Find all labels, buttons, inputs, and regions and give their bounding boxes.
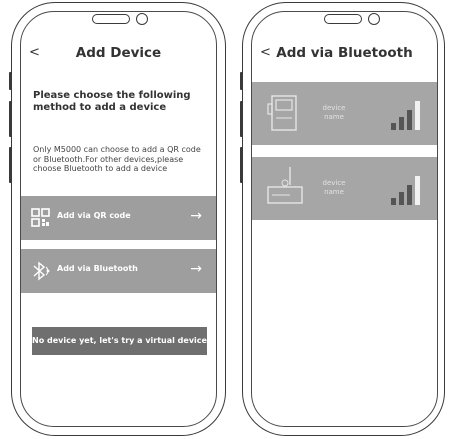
add-via-bluetooth-label: Add via Bluetooth (57, 264, 138, 273)
device-list-item[interactable]: device name (252, 157, 437, 220)
phone-speaker (324, 14, 362, 24)
phone-camera (368, 13, 380, 25)
method-description: Only M5000 can choose to add a QR code o… (33, 145, 201, 173)
add-via-qr-button[interactable]: Add via QR code → (21, 196, 216, 240)
device-name: device name (322, 179, 346, 196)
device-list-item[interactable]: device name (252, 82, 437, 145)
phone-screen: < Add Device Please choose the following… (20, 11, 217, 427)
device-icon (267, 95, 297, 131)
method-heading: Please choose the following method to ad… (33, 90, 191, 113)
phone-add-via-bluetooth: < Add via Bluetooth device name device n… (234, 0, 449, 439)
page-title: Add Device (75, 45, 162, 61)
qr-code-icon (31, 208, 50, 227)
signal-strength-icon (391, 176, 420, 205)
add-via-bluetooth-button[interactable]: Add via Bluetooth → (21, 249, 216, 293)
phone-speaker (92, 14, 130, 24)
phone-add-device: < Add Device Please choose the following… (0, 0, 230, 439)
bluetooth-icon (33, 261, 50, 281)
phone-camera (136, 13, 148, 25)
page-title: Add via Bluetooth (276, 45, 413, 61)
device-name: device name (322, 104, 346, 121)
phone-screen: < Add via Bluetooth device name device n… (251, 11, 438, 427)
router-icon (267, 167, 303, 204)
arrow-right-icon: → (190, 208, 202, 224)
add-via-qr-label: Add via QR code (57, 211, 131, 220)
signal-strength-icon (391, 101, 420, 130)
virtual-device-button[interactable]: No device yet, let's try a virtual devic… (32, 327, 207, 373)
arrow-right-icon: → (190, 261, 202, 277)
